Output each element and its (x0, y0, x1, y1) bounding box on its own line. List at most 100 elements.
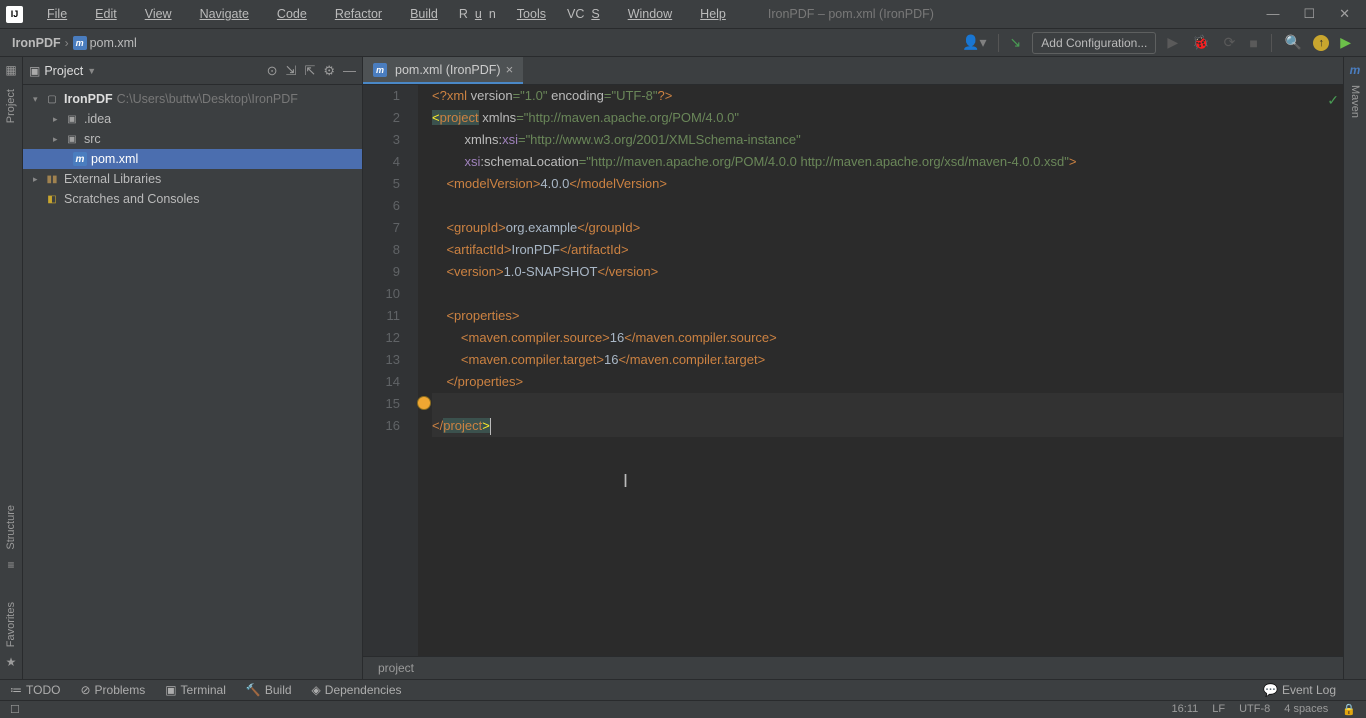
close-tab-icon[interactable]: × (506, 62, 514, 77)
add-user-icon[interactable]: 👤▾ (959, 34, 989, 51)
editor-area: m pom.xml (IronPDF) × 123456789101112131… (363, 57, 1343, 679)
terminal-icon: ▣ (165, 683, 176, 697)
folder-icon: ▣ (64, 132, 80, 146)
menu-build[interactable]: Build (396, 7, 452, 21)
text-cursor-icon: I (623, 470, 628, 492)
menu-navigate[interactable]: Navigate (186, 7, 263, 21)
tree-file-pom[interactable]: m pom.xml (23, 149, 362, 169)
window-title: IronPDF – pom.xml (IronPDF) (768, 7, 934, 21)
dependencies-tool[interactable]: ◈Dependencies (312, 683, 402, 697)
main-menu: File Edit View Navigate Code Refactor Bu… (33, 7, 740, 21)
menu-edit[interactable]: Edit (81, 7, 131, 21)
search-icon[interactable]: 🔍 (1282, 34, 1305, 51)
chevron-right-icon[interactable]: ▸ (53, 134, 64, 145)
bottom-tool-bar: ≔TODO ⊘Problems ▣Terminal 🔨Build ◈Depend… (0, 679, 1366, 700)
debug-icon[interactable]: 🐞 (1189, 34, 1212, 51)
project-tool-icon[interactable]: ▦ (5, 63, 16, 77)
menu-view[interactable]: View (131, 7, 186, 21)
terminal-tool[interactable]: ▣Terminal (165, 683, 226, 697)
update-icon[interactable]: ↑ (1313, 35, 1329, 51)
favorites-tool-label[interactable]: Favorites (5, 594, 17, 655)
menu-help[interactable]: Help (686, 7, 740, 21)
minimize-button[interactable]: — (1266, 6, 1279, 22)
structure-tool-icon[interactable]: ≡ (7, 558, 14, 572)
editor-breadcrumb[interactable]: project (363, 656, 1343, 679)
add-configuration-button[interactable]: Add Configuration... (1032, 32, 1156, 54)
status-encoding[interactable]: UTF-8 (1239, 703, 1270, 716)
tree-external-libs[interactable]: ▸ ▮▮ External Libraries (23, 169, 362, 189)
breadcrumb-file[interactable]: pom.xml (90, 36, 137, 50)
chevron-right-icon: › (65, 36, 69, 50)
build-tool[interactable]: 🔨Build (246, 683, 292, 697)
menu-run[interactable]: Run (452, 7, 503, 21)
expand-all-icon[interactable]: ⇲ (286, 63, 297, 79)
run-icon[interactable]: ▶ (1164, 34, 1181, 51)
menu-tools[interactable]: Tools (503, 7, 560, 21)
ide-play-icon[interactable]: ▶ (1337, 34, 1354, 51)
code-editor[interactable]: 12345678910111213141516 ✓ <?xml version=… (363, 85, 1343, 656)
chevron-down-icon[interactable]: ▾ (33, 94, 44, 105)
select-opened-file-icon[interactable]: ⊙ (267, 63, 278, 79)
hammer-build-icon[interactable]: ↘ (1007, 34, 1025, 51)
breadcrumb-root[interactable]: IronPDF (12, 36, 61, 50)
stop-icon[interactable]: ■ (1246, 35, 1260, 51)
scratches-icon: ◧ (44, 192, 60, 206)
menu-refactor[interactable]: Refactor (321, 7, 396, 21)
code-content[interactable]: ✓ <?xml version="1.0" encoding="UTF-8"?>… (418, 85, 1343, 656)
gear-icon[interactable]: ⚙ (323, 63, 335, 79)
problems-tool[interactable]: ⊘Problems (80, 683, 145, 697)
status-line-ending[interactable]: LF (1212, 703, 1225, 716)
status-bar: ☐ 16:11 LF UTF-8 4 spaces 🔒 (0, 700, 1366, 718)
intellij-logo-icon: IJ (6, 6, 23, 23)
tab-label: pom.xml (IronPDF) (395, 63, 501, 77)
hide-panel-icon[interactable]: — (343, 63, 356, 79)
maven-tool-icon[interactable]: m (1350, 63, 1361, 77)
favorites-tool-icon[interactable]: ★ (6, 655, 17, 669)
tree-root[interactable]: ▾ ▢ IronPDF C:\Users\buttw\Desktop\IronP… (23, 89, 362, 109)
maven-tool-label[interactable]: Maven (1349, 77, 1361, 126)
maven-file-icon: m (373, 63, 387, 77)
project-panel-title[interactable]: Project (44, 64, 83, 78)
rerun-icon[interactable]: ⟳ (1221, 34, 1239, 51)
library-icon: ▮▮ (44, 172, 60, 186)
titlebar: IJ File Edit View Navigate Code Refactor… (0, 0, 1366, 29)
project-tree[interactable]: ▾ ▢ IronPDF C:\Users\buttw\Desktop\IronP… (23, 85, 362, 209)
structure-tool-label[interactable]: Structure (5, 497, 17, 558)
project-panel: ▣ Project ▼ ⊙ ⇲ ⇱ ⚙ — ▾ ▢ IronPDF C:\Use… (23, 57, 363, 679)
window-controls: — ☐ ✕ (1266, 6, 1360, 22)
tree-folder-idea[interactable]: ▸ ▣ .idea (23, 109, 362, 129)
maven-file-icon: m (73, 36, 87, 50)
module-folder-icon: ▢ (44, 92, 60, 106)
editor-tab-bar: m pom.xml (IronPDF) × (363, 57, 1343, 85)
todo-icon: ≔ (10, 683, 22, 697)
tree-scratches[interactable]: ◧ Scratches and Consoles (23, 189, 362, 209)
status-line-col[interactable]: 16:11 (1172, 703, 1199, 716)
right-tool-strip: m Maven (1343, 57, 1366, 679)
close-button[interactable]: ✕ (1339, 6, 1350, 22)
chevron-right-icon[interactable]: ▸ (53, 114, 64, 125)
status-indent[interactable]: 4 spaces (1284, 703, 1328, 716)
chevron-right-icon[interactable]: ▸ (33, 174, 44, 185)
menu-window[interactable]: Window (614, 7, 686, 21)
chevron-down-icon[interactable]: ▼ (87, 66, 96, 76)
menu-code[interactable]: Code (263, 7, 321, 21)
folder-icon: ▣ (29, 64, 40, 78)
todo-tool[interactable]: ≔TODO (10, 683, 60, 697)
build-icon: 🔨 (246, 683, 261, 697)
collapse-all-icon[interactable]: ⇱ (304, 63, 315, 79)
intention-bulb-icon[interactable] (417, 396, 431, 410)
tree-folder-src[interactable]: ▸ ▣ src (23, 129, 362, 149)
chat-icon: 💬 (1263, 683, 1278, 697)
no-problems-icon[interactable]: ✓ (1327, 89, 1339, 111)
deps-icon: ◈ (312, 683, 321, 697)
editor-tab-pom[interactable]: m pom.xml (IronPDF) × (363, 57, 523, 84)
event-log-tool[interactable]: 💬Event Log (1263, 683, 1336, 697)
line-number-gutter: 12345678910111213141516 (363, 85, 418, 656)
show-tools-icon[interactable]: ☐ (10, 703, 20, 716)
left-tool-strip: ▦ Project Structure ≡ Favorites ★ (0, 57, 23, 679)
menu-file[interactable]: File (33, 7, 81, 21)
project-tool-label[interactable]: Project (5, 81, 17, 131)
maximize-button[interactable]: ☐ (1303, 6, 1315, 22)
menu-vcs[interactable]: VCS (560, 7, 614, 21)
lock-icon[interactable]: 🔒 (1342, 703, 1356, 716)
